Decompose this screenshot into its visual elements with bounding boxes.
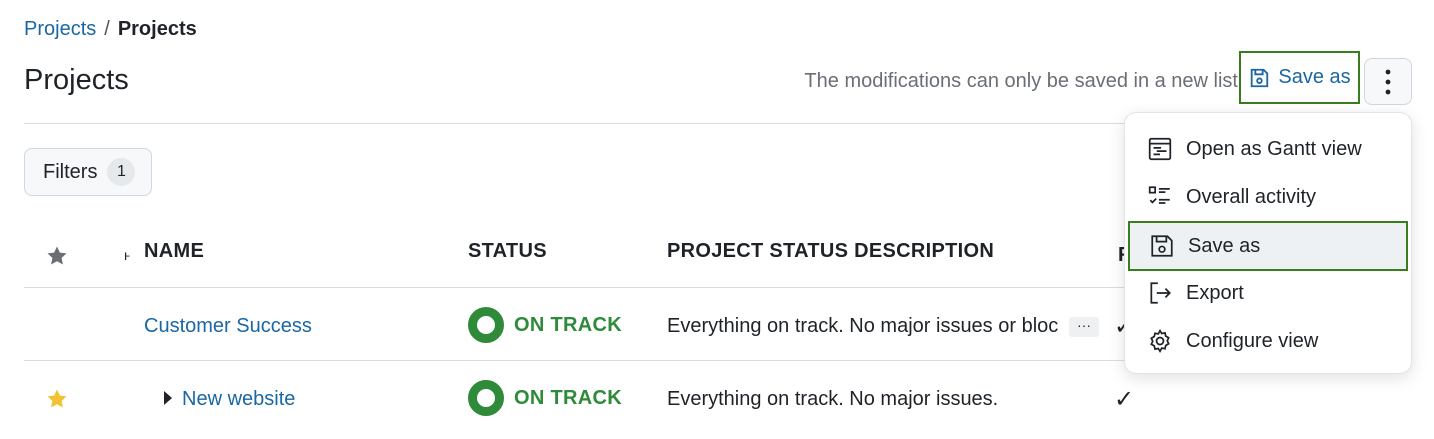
- gear-icon: [1150, 328, 1170, 354]
- menu-item-open-gantt[interactable]: Open as Gantt view: [1125, 125, 1413, 173]
- project-name-link[interactable]: Customer Success: [144, 315, 312, 338]
- status-ring-icon: [468, 307, 504, 343]
- floppy-disk-icon: [1151, 235, 1173, 257]
- menu-item-save-as[interactable]: Save as: [1128, 221, 1408, 271]
- menu-item-label: Overall activity: [1186, 185, 1317, 208]
- status-badge: ON TRACK: [468, 307, 622, 343]
- status-ring-icon: [468, 380, 504, 416]
- menu-item-configure-view[interactable]: Configure view: [1125, 317, 1413, 365]
- activity-list-icon: [1148, 186, 1170, 204]
- breadcrumb-link-projects[interactable]: Projects: [24, 18, 96, 41]
- favorite-column-star-icon[interactable]: [45, 244, 69, 268]
- status-label: ON TRACK: [514, 386, 622, 409]
- menu-item-label: Export: [1186, 281, 1244, 304]
- filters-button[interactable]: Filters 1: [24, 148, 152, 196]
- menu-item-label: Save as: [1188, 234, 1261, 257]
- row-divider: [24, 360, 1124, 361]
- status-description: Everything on track. No major issues.: [667, 388, 999, 410]
- expand-description-button[interactable]: ···: [1069, 317, 1099, 337]
- expand-caret-icon[interactable]: [164, 391, 172, 405]
- status-label: ON TRACK: [514, 313, 622, 336]
- column-header-status[interactable]: STATUS: [468, 240, 547, 272]
- more-actions-button[interactable]: [1364, 58, 1412, 105]
- favorite-star-icon[interactable]: [45, 387, 69, 411]
- column-header-name[interactable]: NAME: [144, 240, 204, 272]
- menu-item-export[interactable]: Export: [1125, 269, 1413, 317]
- column-header-description[interactable]: PROJECT STATUS DESCRIPTION: [667, 240, 994, 272]
- filters-count-badge: 1: [107, 158, 136, 186]
- status-description: Everything on track. No major issues or …: [667, 315, 1059, 337]
- floppy-disk-icon: [1251, 68, 1269, 87]
- row-divider: [24, 287, 1124, 288]
- header-divider: [24, 123, 1124, 124]
- breadcrumb-current: Projects: [117, 18, 197, 40]
- check-icon: ✓: [1114, 386, 1135, 413]
- status-badge: ON TRACK: [468, 380, 622, 416]
- project-name-link[interactable]: New website: [182, 388, 295, 411]
- gantt-icon: [1148, 137, 1172, 161]
- filters-label: Filters: [43, 160, 98, 183]
- save-as-button[interactable]: Save as: [1239, 51, 1360, 104]
- save-notice: The modifications can only be saved in a…: [804, 70, 1238, 92]
- save-as-label: Save as: [1278, 66, 1351, 88]
- menu-item-label: Open as Gantt view: [1186, 137, 1362, 160]
- kebab-menu-icon: [1385, 69, 1391, 94]
- more-actions-menu: Open as Gantt view Overall activity Save…: [1124, 112, 1412, 374]
- hierarchy-toggle-icon[interactable]: ⱶ: [124, 247, 130, 263]
- page-title: Projects: [24, 64, 129, 96]
- breadcrumb: Projects / Projects: [24, 18, 197, 41]
- menu-item-label: Configure view: [1186, 329, 1319, 352]
- breadcrumb-separator: /: [104, 18, 110, 40]
- menu-item-overall-activity[interactable]: Overall activity: [1125, 173, 1413, 221]
- export-icon: [1150, 282, 1171, 304]
